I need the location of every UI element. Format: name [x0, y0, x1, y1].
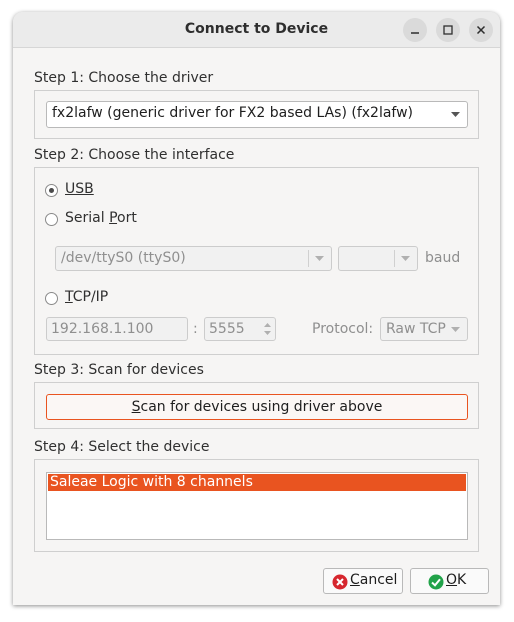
chevron-down-icon [451, 327, 460, 332]
check-icon [428, 574, 444, 590]
chevron-down-icon [451, 112, 460, 117]
device-list[interactable]: Saleae Logic with 8 channels [46, 472, 468, 540]
baud-label: baud [425, 250, 461, 266]
connect-dialog: Connect to Device Step 1: Choose the dri… [13, 12, 500, 605]
usb-radio[interactable] [45, 184, 58, 197]
tcp-ip-radio[interactable] [45, 292, 58, 305]
serial-port-label[interactable]: Serial Port [65, 210, 137, 226]
maximize-button[interactable] [436, 18, 460, 42]
host-input[interactable]: 192.168.1.100 [46, 317, 188, 341]
port-spinbox[interactable]: 5555 [204, 317, 276, 341]
step4-label: Step 4: Select the device [34, 439, 210, 455]
step3-label: Step 3: Scan for devices [34, 362, 204, 378]
spin-arrows-icon[interactable] [263, 321, 272, 338]
close-icon [476, 25, 486, 35]
ok-button-label: OK [446, 572, 467, 588]
chevron-down-icon [401, 256, 410, 261]
protocol-label: Protocol: [312, 321, 374, 337]
driver-group: fx2lafw (generic driver for FX2 based LA… [34, 90, 479, 139]
title-bar: Connect to Device [13, 12, 500, 48]
maximize-icon [443, 25, 453, 35]
close-button[interactable] [469, 18, 493, 42]
serial-port-combo-value: /dev/ttyS0 (ttyS0) [61, 250, 186, 266]
minimize-button[interactable] [403, 18, 427, 42]
list-item[interactable]: Saleae Logic with 8 channels [48, 474, 466, 491]
step1-label: Step 1: Choose the driver [34, 70, 214, 86]
chevron-down-icon [315, 256, 324, 261]
ok-button[interactable]: OK [410, 568, 489, 594]
cancel-button-label: Cancel [350, 572, 398, 588]
tcp-ip-label[interactable]: TCP/IP [65, 289, 108, 305]
serial-port-radio[interactable] [45, 213, 58, 226]
host-port-separator: : [193, 321, 198, 337]
usb-label[interactable]: USB [65, 181, 94, 197]
cancel-button[interactable]: Cancel [323, 568, 403, 594]
minimize-icon [411, 32, 419, 34]
cancel-icon [332, 574, 348, 590]
baud-combo[interactable] [338, 246, 418, 271]
protocol-combo[interactable]: Raw TCP [380, 317, 468, 341]
driver-combo[interactable]: fx2lafw (generic driver for FX2 based LA… [46, 101, 468, 128]
scan-group: Scan for devices using driver above [34, 382, 479, 429]
scan-devices-button[interactable]: Scan for devices using driver above [46, 394, 468, 420]
driver-combo-value: fx2lafw (generic driver for FX2 based LA… [52, 105, 414, 121]
protocol-combo-value: Raw TCP [386, 321, 446, 337]
serial-port-combo[interactable]: /dev/ttyS0 (ttyS0) [55, 246, 332, 271]
step2-label: Step 2: Choose the interface [34, 147, 235, 163]
